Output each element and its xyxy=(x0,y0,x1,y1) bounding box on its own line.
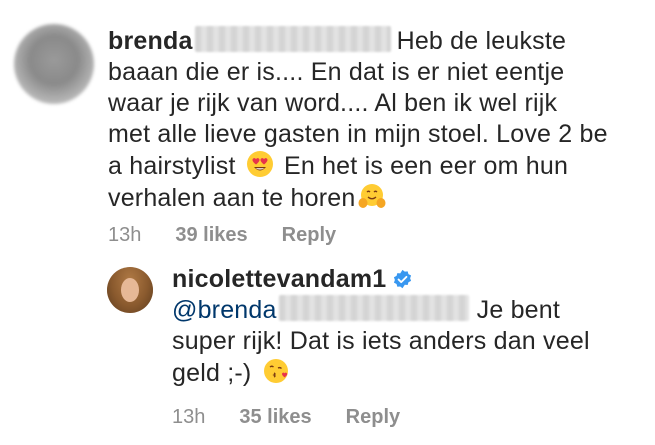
commenter-avatar[interactable] xyxy=(14,24,94,104)
comment-line-4: met alle lieve gasten in mijn stoel. Lov… xyxy=(108,120,608,148)
reply-author-avatar[interactable] xyxy=(107,267,153,313)
redacted-username-blur xyxy=(194,26,391,52)
comment-line-1: Heb de leukste xyxy=(396,27,567,55)
verified-badge-icon xyxy=(394,269,412,289)
comment-timestamp: 13h xyxy=(108,224,142,246)
comment-line-3: waar je rijk van word.... Al ben ik wel … xyxy=(108,89,558,117)
redacted-mention-blur xyxy=(278,295,469,321)
reply-line-2: super rijk! Dat is iets anders dan veel xyxy=(172,327,590,355)
reply-timestamp: 13h xyxy=(172,406,206,428)
reply-meta: 13h 35 likes Reply xyxy=(172,406,434,429)
kissing-heart-emoji-icon xyxy=(263,359,288,383)
comment-reply-button[interactable]: Reply xyxy=(282,224,336,247)
reply-reply-button[interactable]: Reply xyxy=(346,406,400,429)
comment-line-7: verhalen aan te horen xyxy=(108,184,356,212)
reply-likes-count[interactable]: 35 likes xyxy=(239,406,311,429)
reply-mention-link[interactable]: @brenda xyxy=(172,296,277,324)
reply-author-username[interactable]: nicolettevandam1 xyxy=(172,265,386,293)
comment-line-2: baaan die er is.... En dat is er niet ee… xyxy=(108,58,565,86)
comment-line-5: a hairstylist xyxy=(108,152,236,180)
comment-body: brenda Heb de leukste baaan die er is....… xyxy=(108,26,638,214)
commenter-username[interactable]: brenda xyxy=(108,27,193,55)
comment-meta: 13h 39 likes Reply xyxy=(108,224,370,247)
comment-line-6: En het is een eer om hun xyxy=(283,152,569,180)
reply-line-1: Je bent xyxy=(476,296,561,324)
reply-body: nicolettevandam1 @brenda Je bent super ri… xyxy=(172,264,632,389)
heart-eyes-emoji-icon xyxy=(246,151,273,177)
reply-line-3: geld ;-) xyxy=(172,359,252,387)
comment-likes-count[interactable]: 39 likes xyxy=(175,224,247,247)
hugging-face-emoji-icon xyxy=(358,184,386,208)
